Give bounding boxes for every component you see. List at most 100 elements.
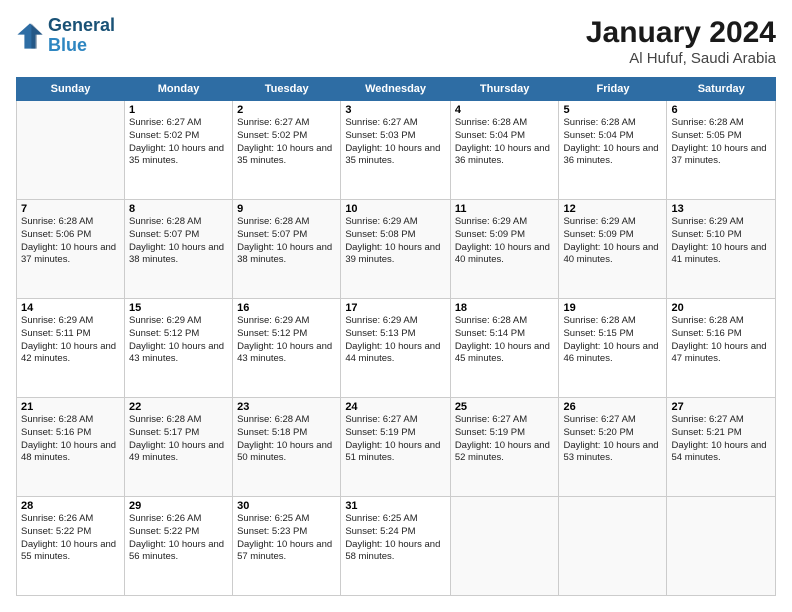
day-number: 7 (21, 203, 120, 215)
day-number: 14 (21, 302, 120, 314)
day-number: 20 (671, 302, 771, 314)
calendar-cell: 10Sunrise: 6:29 AMSunset: 5:08 PMDayligh… (341, 200, 451, 299)
calendar-cell: 31Sunrise: 6:25 AMSunset: 5:24 PMDayligh… (341, 497, 451, 596)
day-number: 15 (129, 302, 228, 314)
calendar-week-row: 7Sunrise: 6:28 AMSunset: 5:06 PMDaylight… (17, 200, 776, 299)
day-info: Sunrise: 6:29 AMSunset: 5:12 PMDaylight:… (129, 315, 228, 366)
calendar-week-row: 14Sunrise: 6:29 AMSunset: 5:11 PMDayligh… (17, 299, 776, 398)
calendar-cell: 26Sunrise: 6:27 AMSunset: 5:20 PMDayligh… (559, 398, 667, 497)
day-number: 9 (237, 203, 336, 215)
day-number: 11 (455, 203, 555, 215)
day-info: Sunrise: 6:27 AMSunset: 5:19 PMDaylight:… (455, 414, 555, 465)
calendar-cell (667, 497, 776, 596)
calendar-cell: 19Sunrise: 6:28 AMSunset: 5:15 PMDayligh… (559, 299, 667, 398)
day-info: Sunrise: 6:28 AMSunset: 5:07 PMDaylight:… (129, 216, 228, 267)
calendar-cell: 9Sunrise: 6:28 AMSunset: 5:07 PMDaylight… (233, 200, 341, 299)
day-number: 13 (671, 203, 771, 215)
day-number: 17 (345, 302, 446, 314)
day-info: Sunrise: 6:27 AMSunset: 5:20 PMDaylight:… (563, 414, 662, 465)
calendar-cell: 15Sunrise: 6:29 AMSunset: 5:12 PMDayligh… (125, 299, 233, 398)
day-info: Sunrise: 6:25 AMSunset: 5:24 PMDaylight:… (345, 513, 446, 564)
col-thursday: Thursday (450, 78, 559, 101)
day-info: Sunrise: 6:28 AMSunset: 5:05 PMDaylight:… (671, 117, 771, 168)
calendar-cell: 23Sunrise: 6:28 AMSunset: 5:18 PMDayligh… (233, 398, 341, 497)
col-wednesday: Wednesday (341, 78, 451, 101)
day-info: Sunrise: 6:28 AMSunset: 5:04 PMDaylight:… (455, 117, 555, 168)
calendar-cell: 4Sunrise: 6:28 AMSunset: 5:04 PMDaylight… (450, 101, 559, 200)
header: General Blue January 2024 Al Hufuf, Saud… (16, 16, 776, 67)
day-number: 31 (345, 500, 446, 512)
day-info: Sunrise: 6:29 AMSunset: 5:10 PMDaylight:… (671, 216, 771, 267)
calendar-cell: 13Sunrise: 6:29 AMSunset: 5:10 PMDayligh… (667, 200, 776, 299)
calendar-body: 1Sunrise: 6:27 AMSunset: 5:02 PMDaylight… (17, 101, 776, 596)
day-number: 2 (237, 104, 336, 116)
day-info: Sunrise: 6:27 AMSunset: 5:19 PMDaylight:… (345, 414, 446, 465)
page: General Blue January 2024 Al Hufuf, Saud… (0, 0, 792, 612)
day-number: 27 (671, 401, 771, 413)
col-sunday: Sunday (17, 78, 125, 101)
col-monday: Monday (125, 78, 233, 101)
title-section: January 2024 Al Hufuf, Saudi Arabia (586, 16, 776, 67)
day-number: 12 (563, 203, 662, 215)
logo-text: General Blue (48, 16, 115, 56)
day-info: Sunrise: 6:29 AMSunset: 5:08 PMDaylight:… (345, 216, 446, 267)
calendar-cell: 28Sunrise: 6:26 AMSunset: 5:22 PMDayligh… (17, 497, 125, 596)
calendar-cell: 18Sunrise: 6:28 AMSunset: 5:14 PMDayligh… (450, 299, 559, 398)
calendar-table: Sunday Monday Tuesday Wednesday Thursday… (16, 77, 776, 596)
day-number: 5 (563, 104, 662, 116)
location-title: Al Hufuf, Saudi Arabia (586, 50, 776, 67)
calendar-cell: 11Sunrise: 6:29 AMSunset: 5:09 PMDayligh… (450, 200, 559, 299)
day-number: 30 (237, 500, 336, 512)
calendar-cell: 8Sunrise: 6:28 AMSunset: 5:07 PMDaylight… (125, 200, 233, 299)
day-number: 6 (671, 104, 771, 116)
day-info: Sunrise: 6:28 AMSunset: 5:16 PMDaylight:… (671, 315, 771, 366)
day-number: 16 (237, 302, 336, 314)
calendar-header-row: Sunday Monday Tuesday Wednesday Thursday… (17, 78, 776, 101)
day-number: 3 (345, 104, 446, 116)
col-friday: Friday (559, 78, 667, 101)
day-info: Sunrise: 6:26 AMSunset: 5:22 PMDaylight:… (129, 513, 228, 564)
day-number: 4 (455, 104, 555, 116)
calendar-cell: 2Sunrise: 6:27 AMSunset: 5:02 PMDaylight… (233, 101, 341, 200)
logo-line1: General (48, 16, 115, 36)
calendar-cell: 12Sunrise: 6:29 AMSunset: 5:09 PMDayligh… (559, 200, 667, 299)
logo-icon (16, 22, 44, 50)
day-info: Sunrise: 6:29 AMSunset: 5:09 PMDaylight:… (563, 216, 662, 267)
calendar-week-row: 21Sunrise: 6:28 AMSunset: 5:16 PMDayligh… (17, 398, 776, 497)
calendar-cell: 7Sunrise: 6:28 AMSunset: 5:06 PMDaylight… (17, 200, 125, 299)
calendar-cell: 14Sunrise: 6:29 AMSunset: 5:11 PMDayligh… (17, 299, 125, 398)
calendar-cell: 16Sunrise: 6:29 AMSunset: 5:12 PMDayligh… (233, 299, 341, 398)
calendar-week-row: 1Sunrise: 6:27 AMSunset: 5:02 PMDaylight… (17, 101, 776, 200)
day-number: 1 (129, 104, 228, 116)
calendar-cell (559, 497, 667, 596)
day-info: Sunrise: 6:29 AMSunset: 5:11 PMDaylight:… (21, 315, 120, 366)
calendar-week-row: 28 Sunrise: 6:26 AMSunset: 5:22 PMDayligh… (17, 497, 776, 596)
logo: General Blue (16, 16, 115, 56)
day-number: 25 (455, 401, 555, 413)
day-number: 19 (563, 302, 662, 314)
calendar-cell (17, 101, 125, 200)
day-info: Sunrise: 6:29 AMSunset: 5:13 PMDaylight:… (345, 315, 446, 366)
day-number: 21 (21, 401, 120, 413)
day-number: 23 (237, 401, 336, 413)
day-info: Sunrise: 6:28 AMSunset: 5:04 PMDaylight:… (563, 117, 662, 168)
calendar-cell: 1Sunrise: 6:27 AMSunset: 5:02 PMDaylight… (125, 101, 233, 200)
col-saturday: Saturday (667, 78, 776, 101)
calendar-cell: 6Sunrise: 6:28 AMSunset: 5:05 PMDaylight… (667, 101, 776, 200)
day-info: Sunrise: 6:27 AMSunset: 5:03 PMDaylight:… (345, 117, 446, 168)
day-info: Sunrise: 6:27 AMSunset: 5:02 PMDaylight:… (237, 117, 336, 168)
month-title: January 2024 (586, 16, 776, 50)
calendar-cell: 20Sunrise: 6:28 AMSunset: 5:16 PMDayligh… (667, 299, 776, 398)
calendar-cell: 17Sunrise: 6:29 AMSunset: 5:13 PMDayligh… (341, 299, 451, 398)
day-info: Sunrise: 6:27 AMSunset: 5:02 PMDaylight:… (129, 117, 228, 168)
calendar-cell (450, 497, 559, 596)
day-number: 10 (345, 203, 446, 215)
day-number: 26 (563, 401, 662, 413)
day-number: 28 (21, 500, 120, 512)
calendar-cell: 25Sunrise: 6:27 AMSunset: 5:19 PMDayligh… (450, 398, 559, 497)
calendar-cell: 3Sunrise: 6:27 AMSunset: 5:03 PMDaylight… (341, 101, 451, 200)
day-info: Sunrise: 6:28 AMSunset: 5:17 PMDaylight:… (129, 414, 228, 465)
day-info: Sunrise: 6:29 AMSunset: 5:09 PMDaylight:… (455, 216, 555, 267)
col-tuesday: Tuesday (233, 78, 341, 101)
calendar-cell: 22Sunrise: 6:28 AMSunset: 5:17 PMDayligh… (125, 398, 233, 497)
